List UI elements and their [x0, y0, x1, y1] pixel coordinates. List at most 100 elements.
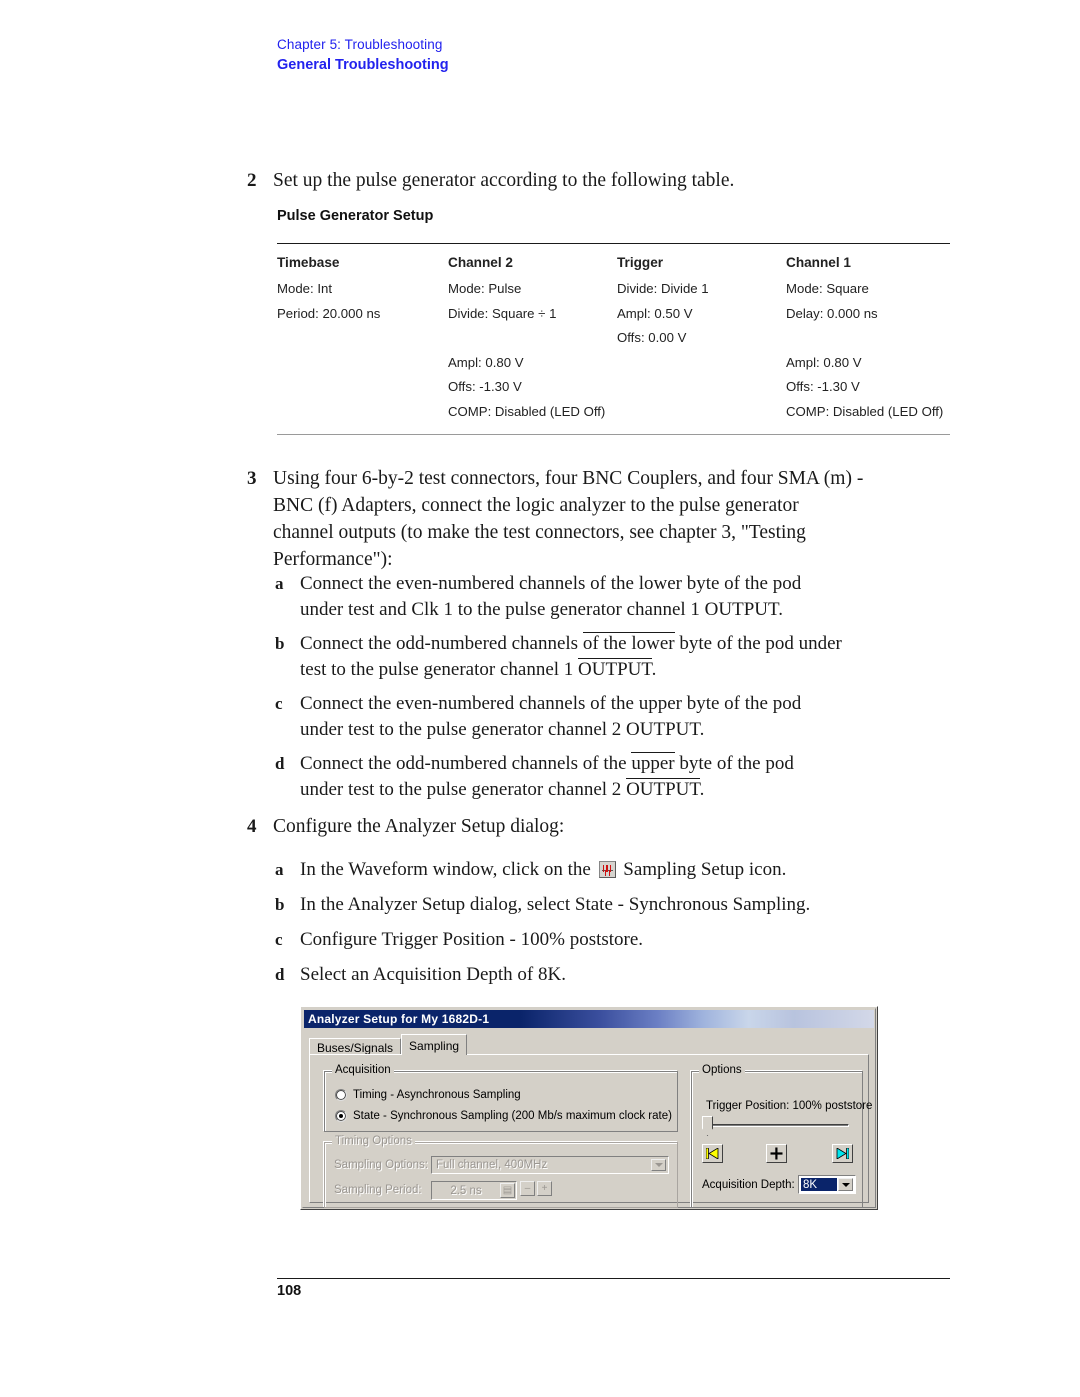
tab-sampling[interactable]: Sampling	[401, 1034, 468, 1055]
text-run: .	[699, 779, 705, 800]
trigger-position-label: Trigger Position: 100% poststore	[706, 1100, 873, 1112]
substep-4b-text: In the Analyzer Setup dialog, select Sta…	[300, 894, 811, 915]
text-run: Sampling Setup icon.	[618, 859, 787, 880]
step-3-line: channel outputs (to make the test connec…	[273, 522, 806, 543]
text-run: .	[651, 659, 657, 680]
substep-line: Connect the even-numbered channels of th…	[300, 693, 802, 714]
radio-button-icon[interactable]	[335, 1110, 347, 1122]
sampling-period-units-icon[interactable]: ▤	[500, 1183, 515, 1198]
dialog-title-bar[interactable]: Analyzer Setup for My 1682D-1	[304, 1010, 874, 1028]
cell-line: Mode: Int	[277, 281, 332, 296]
sampling-setup-icon	[598, 861, 616, 878]
cell-line: Delay: 0.000 ns	[786, 305, 878, 321]
table-header-row: Timebase Channel 2 Trigger Channel 1	[277, 244, 950, 277]
trigger-position-slider-track[interactable]	[707, 1124, 849, 1127]
substep-4c-text: Configure Trigger Position - 100% postst…	[300, 929, 644, 950]
add-marker-button[interactable]	[766, 1144, 787, 1163]
table-cell-trigger: Divide: Divide 1 Ampl: 0.50 V Offs: 0.00…	[617, 277, 786, 424]
page-number: 108	[277, 1283, 302, 1299]
cell-line: COMP: Disabled (LED Off)	[448, 403, 606, 419]
overlined-text: of the lower	[582, 632, 675, 654]
dialog-title: Analyzer Setup for My 1682D-1	[308, 1012, 490, 1026]
step-3-number: 3	[247, 468, 257, 489]
substep-3b-text: Connect the odd-numbered channels of the…	[300, 631, 842, 683]
step-4-text: Configure the Analyzer Setup dialog:	[273, 816, 565, 837]
substep-4d-text: Select an Acquisition Depth of 8K.	[300, 964, 566, 985]
cell-line: Mode: Pulse	[448, 281, 522, 296]
cell-line: Offs: -1.30 V	[448, 379, 522, 394]
substep-3a-text: Connect the even-numbered channels of th…	[300, 571, 801, 623]
substep-3c-letter: c	[275, 694, 283, 713]
table-cell-channel2: Mode: Pulse Divide: Square ÷ 1 Ampl: 0.8…	[448, 277, 617, 424]
table-col-header: Timebase	[277, 255, 340, 270]
substep-3d-text: Connect the odd-numbered channels of the…	[300, 751, 794, 803]
step-2-text: Set up the pulse generator according to …	[273, 170, 735, 191]
cell-line: Ampl: 0.80 V	[786, 354, 862, 370]
text-run: under test to the pulse generator channe…	[300, 779, 627, 800]
substep-3c: c Connect the even-numbered channels of …	[275, 691, 975, 743]
sampling-period-field[interactable]: 2.5 ns ▤	[431, 1181, 517, 1200]
dialog-tab-strip[interactable]: Buses/Signals Sampling	[309, 1034, 869, 1057]
plus-icon	[770, 1147, 783, 1160]
step-4: 4 Configure the Analyzer Setup dialog:	[247, 813, 967, 840]
cell-line: Divide: Square ÷ 1	[448, 305, 557, 321]
pulse-generator-setup-table: Timebase Channel 2 Trigger Channel 1 Mod…	[277, 243, 950, 435]
step-3-text: Using four 6-by-2 test connectors, four …	[273, 465, 863, 573]
substep-4c-letter: c	[275, 930, 283, 949]
substep-line: Connect the odd-numbered channels of the…	[300, 751, 794, 777]
radio-timing-asynchronous[interactable]: Timing - Asynchronous Sampling	[335, 1089, 521, 1101]
text-run: Connect the odd-numbered channels of the	[300, 753, 632, 774]
footer-rule	[277, 1278, 950, 1279]
table-col-header: Channel 2	[448, 255, 513, 270]
substep-3c-text: Connect the even-numbered channels of th…	[300, 691, 801, 743]
sampling-options-combobox[interactable]: Full channel, 400MHz	[431, 1156, 669, 1174]
chevron-down-icon[interactable]	[651, 1159, 666, 1171]
substep-4a-letter: a	[275, 860, 284, 879]
cell-line: Offs: 0.00 V	[617, 330, 687, 345]
overlined-text: upper	[631, 752, 675, 774]
substep-4a-text: In the Waveform window, click on the Sam…	[300, 857, 786, 883]
substep-4b-letter: b	[275, 895, 285, 914]
radio-label: State - Synchronous Sampling (200 Mb/s m…	[353, 1110, 672, 1122]
sampling-tab-pane: Acquisition Timing - Asynchronous Sampli…	[309, 1054, 873, 1208]
cell-line: Period: 20.000 ns	[277, 305, 381, 321]
sampling-options-value: Full channel, 400MHz	[436, 1159, 548, 1171]
substep-3a-letter: a	[275, 574, 284, 593]
substep-4a: a In the Waveform window, click on the S…	[275, 857, 975, 883]
skip-to-end-icon	[836, 1148, 849, 1159]
table-body: Mode: Int Period: 20.000 ns Mode: Pulse …	[277, 277, 950, 434]
table-bottom-rule	[277, 434, 950, 435]
radio-state-synchronous[interactable]: State - Synchronous Sampling (200 Mb/s m…	[335, 1110, 672, 1122]
substep-line: Connect the even-numbered channels of th…	[300, 573, 802, 594]
cell-line: Divide: Divide 1	[617, 281, 709, 296]
substep-3b: b Connect the odd-numbered channels of t…	[275, 631, 975, 683]
substep-3d-letter: d	[275, 754, 285, 773]
table-cell-timebase: Mode: Int Period: 20.000 ns	[277, 277, 448, 424]
sampling-period-decrement-button[interactable]: –	[520, 1181, 535, 1196]
header-section: General Troubleshooting	[277, 57, 449, 73]
substep-4d: d Select an Acquisition Depth of 8K.	[275, 962, 975, 988]
chevron-down-icon[interactable]	[838, 1178, 853, 1191]
substep-line: under test to the pulse generator channe…	[300, 719, 705, 740]
analyzer-setup-dialog[interactable]: Analyzer Setup for My 1682D-1 Buses/Sign…	[300, 1006, 878, 1210]
timing-options-group: Timing Options Sampling Options: Full ch…	[324, 1135, 678, 1208]
go-to-start-button[interactable]	[702, 1144, 723, 1163]
sampling-period-value: 2.5 ns	[450, 1184, 482, 1197]
radio-button-icon[interactable]	[335, 1089, 347, 1101]
sampling-options-label: Sampling Options:	[334, 1159, 428, 1171]
acquisition-depth-value: 8K	[801, 1178, 837, 1191]
text-run: test to the pulse generator channel 1	[300, 659, 579, 680]
substep-4b: b In the Analyzer Setup dialog, select S…	[275, 892, 975, 918]
overlined-text: OUTPUT	[578, 658, 652, 680]
sampling-period-increment-button[interactable]: +	[537, 1181, 552, 1196]
substep-line: test to the pulse generator channel 1 OU…	[300, 657, 842, 683]
trigger-position-slider-thumb[interactable]	[702, 1116, 713, 1136]
table-col-header: Trigger	[617, 255, 664, 270]
sampling-period-label: Sampling Period:	[334, 1184, 422, 1196]
go-to-end-button[interactable]	[832, 1144, 853, 1163]
running-header: Chapter 5: Troubleshooting General Troub…	[277, 36, 449, 75]
text-run: byte of the pod under	[674, 633, 842, 654]
text-run: byte of the pod	[674, 753, 794, 774]
acquisition-depth-combobox[interactable]: 8K	[798, 1175, 856, 1194]
acquisition-group: Acquisition Timing - Asynchronous Sampli…	[324, 1064, 678, 1132]
